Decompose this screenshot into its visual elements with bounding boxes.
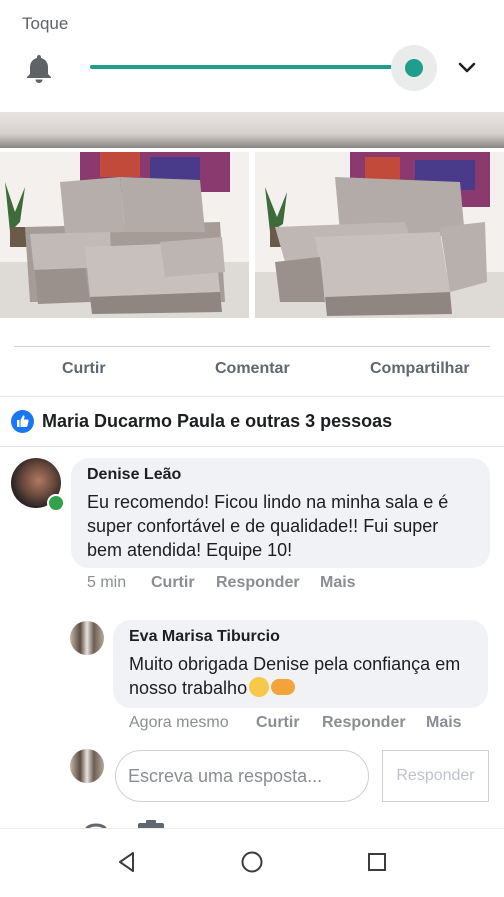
comment-author[interactable]: Denise Leão <box>87 466 181 484</box>
reply-time: Agora mesmo <box>129 714 229 731</box>
post-photo-1[interactable] <box>0 152 249 318</box>
handshake-emoji-icon <box>271 679 296 695</box>
reply-submit-button[interactable]: Responder <box>382 750 489 802</box>
recents-icon[interactable] <box>367 852 387 872</box>
reply-more-button[interactable]: Mais <box>426 714 462 732</box>
grinning-face-emoji-icon <box>249 677 270 697</box>
volume-panel-title: Toque <box>22 14 69 33</box>
volume-slider-thumb[interactable] <box>405 59 423 77</box>
avatar <box>70 749 104 783</box>
reply-like-button[interactable]: Curtir <box>256 714 300 732</box>
reactions-summary[interactable]: Maria Ducarmo Paula e outras 3 pessoas <box>42 411 392 432</box>
comment-text: Eu recomendo! Ficou lindo na minha sala … <box>87 492 449 560</box>
volume-slider-track[interactable] <box>90 65 414 69</box>
post-photo-top-strip <box>0 112 504 148</box>
actions-separator <box>0 396 504 397</box>
home-icon[interactable] <box>241 851 263 873</box>
like-action-button[interactable]: Curtir <box>62 360 106 378</box>
reply-text: Muito obrigada Denise pela confiança em … <box>129 654 461 698</box>
reply-input[interactable] <box>115 750 369 802</box>
comment-time: 5 min <box>87 574 127 591</box>
chevron-down-icon[interactable] <box>456 58 478 78</box>
reply-author[interactable]: Eva Marisa Tiburcio <box>129 628 280 646</box>
bell-icon[interactable] <box>24 52 54 84</box>
comment-more-button[interactable]: Mais <box>320 574 356 592</box>
reactions-separator <box>0 446 504 447</box>
reply-reply-button[interactable]: Responder <box>322 714 406 732</box>
comment-reply-button[interactable]: Responder <box>216 574 300 592</box>
like-icon <box>11 410 34 433</box>
reply-text-container: Muito obrigada Denise pela confiança em … <box>129 652 479 700</box>
comment-action-button[interactable]: Comentar <box>215 360 290 378</box>
post-photo-2[interactable] <box>255 152 504 318</box>
online-status-dot <box>47 494 65 512</box>
share-action-button[interactable]: Compartilhar <box>370 360 470 378</box>
post-divider <box>14 346 490 347</box>
comment-like-button[interactable]: Curtir <box>151 574 195 592</box>
avatar[interactable] <box>70 621 104 655</box>
back-icon[interactable] <box>115 850 139 874</box>
